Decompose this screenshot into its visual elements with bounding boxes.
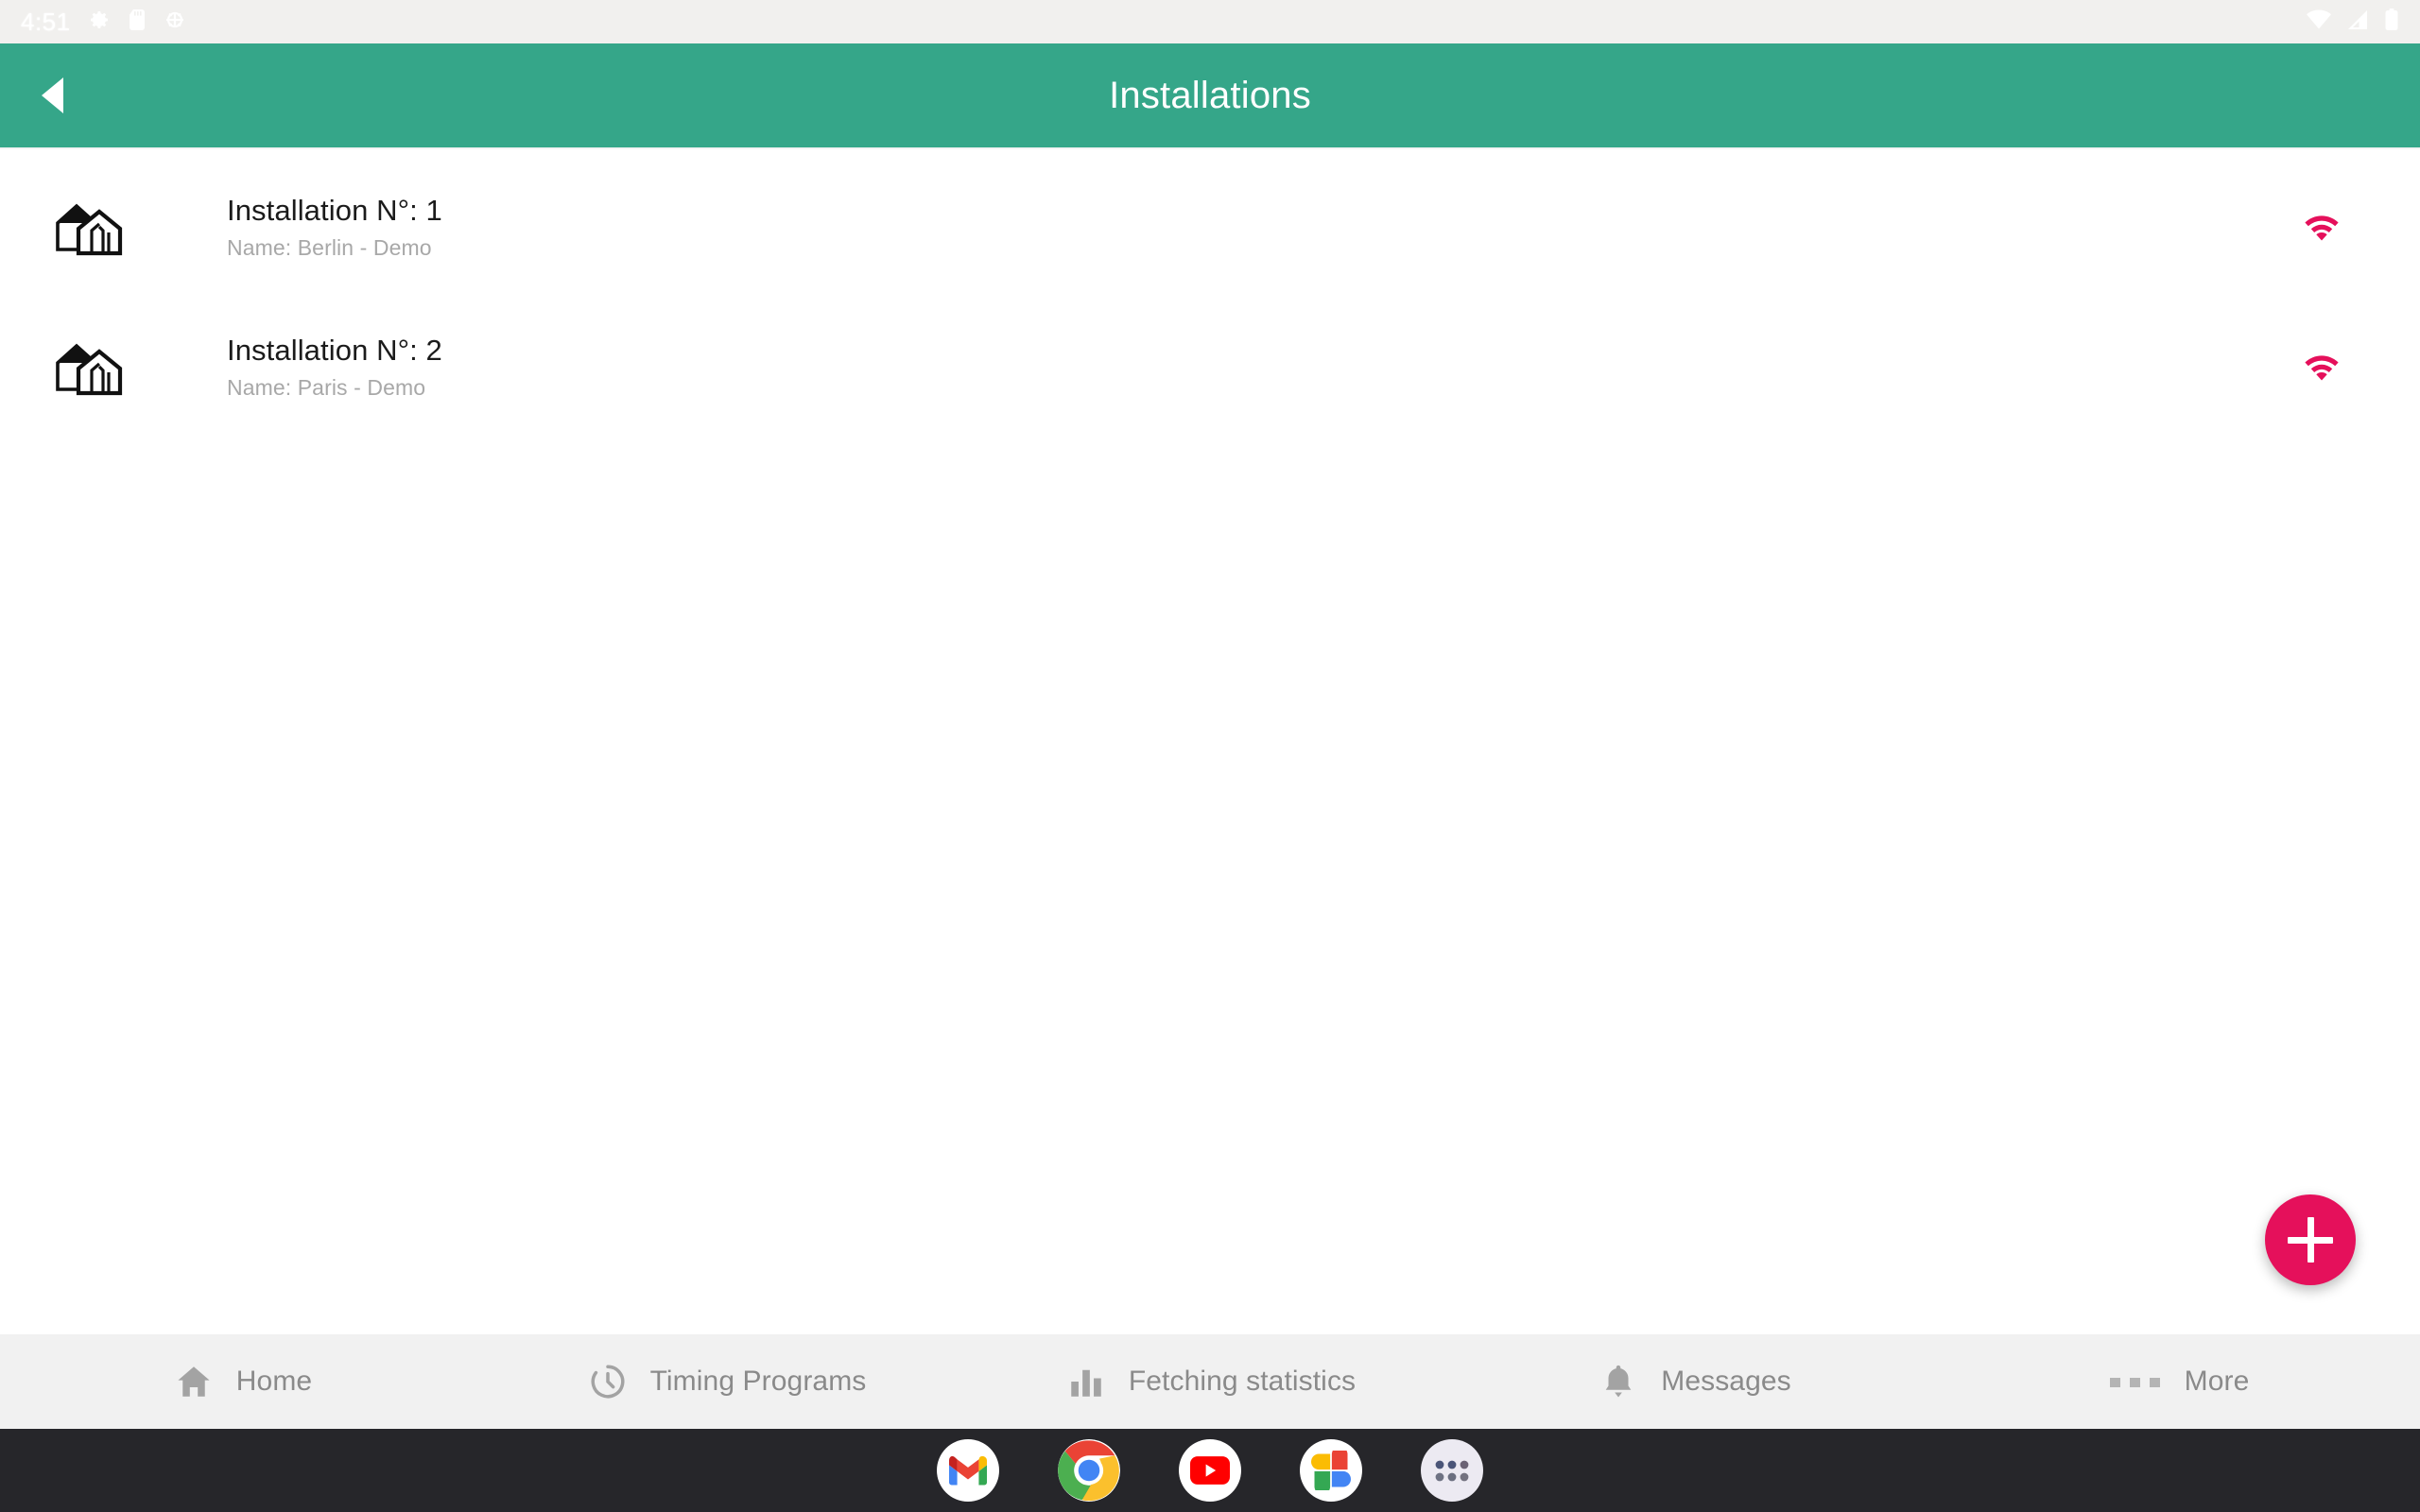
nav-item-fetching-statistics[interactable]: Fetching statistics <box>968 1334 1452 1429</box>
list-item-text: Installation N°: 1 Name: Berlin - Demo <box>180 194 2265 261</box>
nav-label: Fetching statistics <box>1128 1366 1357 1397</box>
cell-signal-icon <box>2346 9 2369 35</box>
app-bar: Installations <box>0 43 2420 147</box>
nav-label: Messages <box>1661 1366 1791 1397</box>
bottom-navigation: Home Timing Programs Fetching statistics <box>0 1334 2420 1429</box>
nav-label: Timing Programs <box>649 1366 867 1397</box>
chrome-app-icon[interactable] <box>1058 1439 1120 1502</box>
bell-icon <box>1597 1360 1640 1403</box>
nav-label: More <box>2184 1366 2250 1397</box>
app-drawer-icon[interactable] <box>1421 1439 1483 1502</box>
list-item[interactable]: Installation N°: 2 Name: Paris - Demo <box>0 310 2420 423</box>
battery-icon <box>2384 8 2399 36</box>
wifi-connected-icon[interactable] <box>2265 211 2378 243</box>
status-bar: 4:51 <box>0 0 2420 43</box>
greenhouse-icon <box>0 195 180 259</box>
back-arrow-icon <box>41 77 63 113</box>
nav-label: Home <box>235 1366 313 1397</box>
nav-item-messages[interactable]: Messages <box>1452 1334 1936 1429</box>
sd-card-icon <box>128 9 147 36</box>
bar-chart-icon <box>1064 1360 1108 1403</box>
status-bar-clock: 4:51 <box>21 8 71 36</box>
list-divider <box>0 147 2420 149</box>
status-bar-right <box>2307 8 2399 36</box>
list-item[interactable]: Installation N°: 1 Name: Berlin - Demo <box>0 170 2420 284</box>
clock-history-icon <box>586 1360 630 1403</box>
more-dots-icon <box>2107 1360 2164 1403</box>
plus-icon-vertical <box>2307 1217 2314 1263</box>
list-item-title: Installation N°: 1 <box>227 193 442 227</box>
home-icon <box>172 1360 216 1403</box>
list-item-subtitle: Name: Paris - Demo <box>227 374 426 400</box>
wifi-icon <box>2307 9 2331 35</box>
installations-list: Installation N°: 1 Name: Berlin - Demo I… <box>0 147 2420 1334</box>
back-button[interactable] <box>0 43 104 147</box>
page-title: Installations <box>1109 74 1311 116</box>
greenhouse-icon <box>0 335 180 399</box>
gmail-app-icon[interactable] <box>937 1439 999 1502</box>
status-bar-left: 4:51 <box>21 9 186 36</box>
add-installation-button[interactable] <box>2265 1194 2356 1285</box>
list-item-subtitle: Name: Berlin - Demo <box>227 234 432 260</box>
list-item-title: Installation N°: 2 <box>227 333 442 367</box>
youtube-app-icon[interactable] <box>1179 1439 1241 1502</box>
gear-icon <box>88 9 111 36</box>
developer-mode-icon <box>164 9 186 36</box>
nav-item-timing-programs[interactable]: Timing Programs <box>484 1334 968 1429</box>
wifi-connected-icon[interactable] <box>2265 351 2378 383</box>
google-photos-app-icon[interactable] <box>1300 1439 1362 1502</box>
nav-item-more[interactable]: More <box>1936 1334 2420 1429</box>
nav-item-home[interactable]: Home <box>0 1334 484 1429</box>
android-dock <box>0 1429 2420 1512</box>
screen-root: 4:51 Installations Installation N°: 1 Na… <box>0 0 2420 1512</box>
list-item-text: Installation N°: 2 Name: Paris - Demo <box>180 334 2265 401</box>
